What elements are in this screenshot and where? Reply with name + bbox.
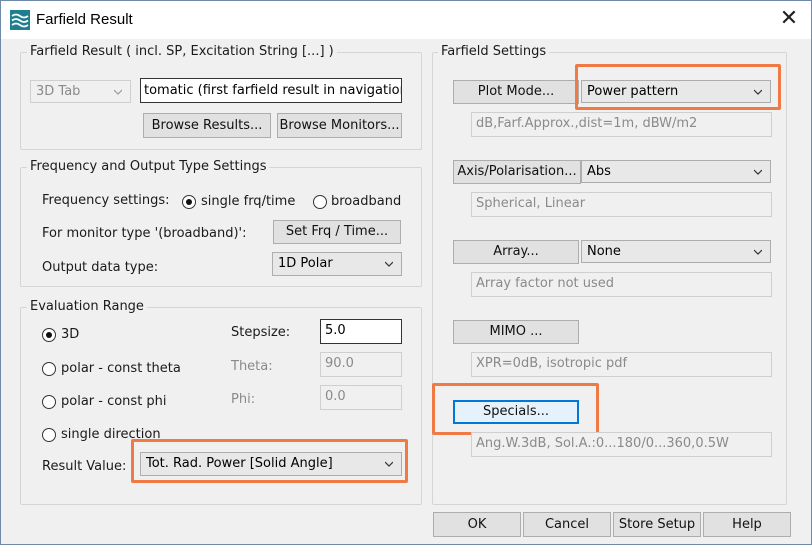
chevron-down-icon (754, 169, 762, 175)
chevron-down-icon (114, 89, 122, 95)
phi-input: 0.0 (320, 385, 402, 410)
eval-polar-theta-label[interactable]: polar - const theta (61, 361, 181, 376)
cancel-button[interactable]: Cancel (523, 512, 611, 537)
close-icon[interactable]: ✕ (771, 5, 807, 35)
eval-3d-radio[interactable] (42, 328, 56, 342)
single-frq-radio[interactable] (182, 195, 196, 209)
axis-polarisation-button[interactable]: Axis/Polarisation... (453, 160, 581, 184)
farfield-result-group-label: Farfield Result ( incl. SP, Excitation S… (27, 44, 337, 59)
chevron-down-icon (754, 249, 762, 255)
app-wave-icon (10, 10, 30, 30)
eval-3d-label[interactable]: 3D (61, 327, 79, 342)
mimo-info: XPR=0dB, isotropic pdf (471, 352, 772, 377)
specials-button[interactable]: Specials... (453, 400, 579, 424)
broadband-radio[interactable] (313, 195, 327, 209)
chevron-down-icon (385, 261, 393, 267)
frequency-settings-label: Frequency settings: (42, 193, 170, 208)
window-title: Farfield Result (36, 11, 133, 28)
axis-polarisation-select[interactable]: Abs (581, 160, 771, 183)
chevron-down-icon (385, 461, 393, 467)
phi-label: Phi: (231, 392, 256, 407)
array-button[interactable]: Array... (453, 240, 579, 264)
farfield-result-field[interactable]: tomatic (first farfield result in naviga… (140, 78, 402, 103)
browse-results-button[interactable]: Browse Results... (143, 113, 271, 138)
plot-mode-button[interactable]: Plot Mode... (453, 80, 579, 104)
array-select[interactable]: None (581, 240, 771, 263)
mimo-button[interactable]: MIMO ... (453, 320, 579, 344)
plot-mode-select[interactable]: Power pattern (581, 80, 771, 103)
farfield-settings-group-label: Farfield Settings (438, 44, 550, 59)
set-frq-time-button[interactable]: Set Frq / Time... (273, 220, 401, 244)
browse-monitors-button[interactable]: Browse Monitors... (277, 113, 402, 138)
output-data-type-label: Output data type: (42, 260, 159, 275)
evaluation-range-group-label: Evaluation Range (27, 299, 147, 314)
result-value-label: Result Value: (42, 459, 127, 474)
plot-mode-info: dB,Farf.Approx.,dist=1m, dBW/m2 (471, 112, 772, 137)
array-info: Array factor not used (471, 272, 772, 297)
theta-input: 90.0 (320, 352, 402, 377)
specials-info: Ang.W.3dB, Sol.A.:0...180/0...360,0.5W (471, 432, 772, 457)
eval-polar-phi-radio[interactable] (42, 395, 56, 409)
farfield-result-dialog: Farfield Result ✕ Farfield Result ( incl… (0, 0, 812, 545)
output-data-type-select[interactable]: 1D Polar (272, 252, 402, 276)
monitor-type-label: For monitor type '(broadband)': (42, 226, 247, 241)
single-frq-label[interactable]: single frq/time (201, 194, 295, 209)
eval-single-direction-radio[interactable] (42, 428, 56, 442)
theta-label: Theta: (231, 359, 273, 374)
stepsize-label: Stepsize: (231, 325, 291, 340)
help-button[interactable]: Help (703, 512, 791, 537)
stepsize-input[interactable]: 5.0 (320, 319, 402, 344)
eval-single-direction-label[interactable]: single direction (61, 427, 161, 442)
result-value-select[interactable]: Tot. Rad. Power [Solid Angle] (140, 452, 402, 476)
title-bar[interactable]: Farfield Result ✕ (1, 1, 811, 39)
store-setup-button[interactable]: Store Setup (613, 512, 701, 537)
frequency-output-group-label: Frequency and Output Type Settings (27, 159, 270, 174)
ok-button[interactable]: OK (433, 512, 521, 537)
eval-polar-theta-radio[interactable] (42, 362, 56, 376)
eval-polar-phi-label[interactable]: polar - const phi (61, 394, 167, 409)
broadband-label[interactable]: broadband (331, 194, 401, 209)
chevron-down-icon (754, 89, 762, 95)
tab-select: 3D Tab (30, 80, 131, 103)
axis-polarisation-info: Spherical, Linear (471, 192, 772, 217)
